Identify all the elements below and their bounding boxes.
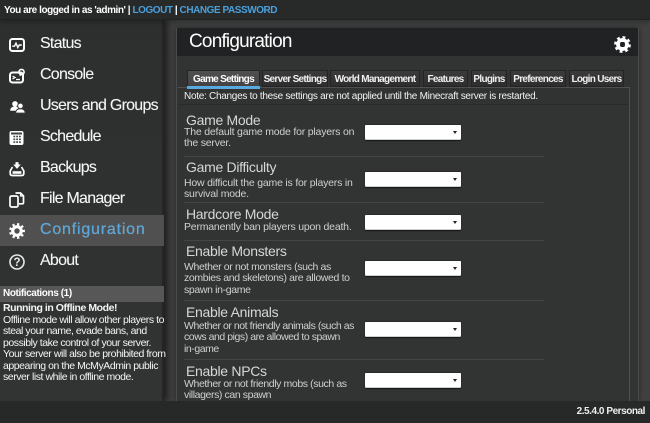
svg-text:?: ? bbox=[13, 257, 20, 269]
